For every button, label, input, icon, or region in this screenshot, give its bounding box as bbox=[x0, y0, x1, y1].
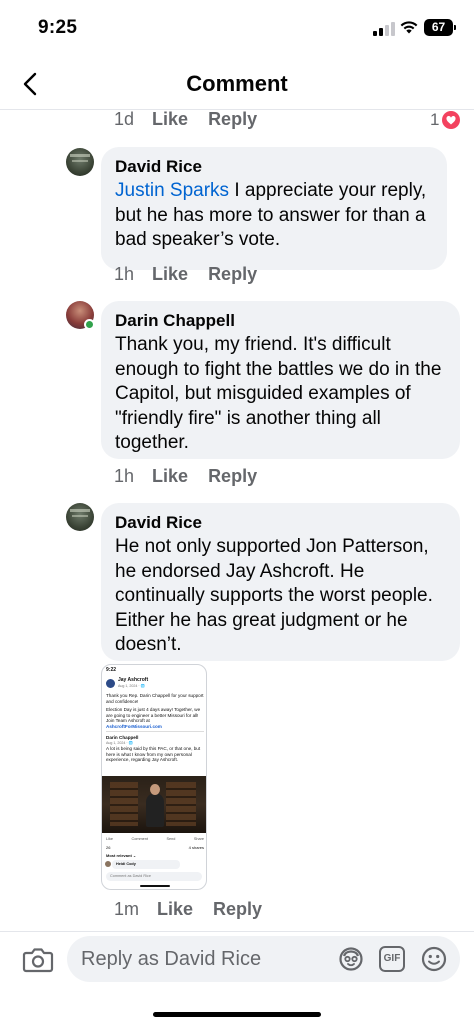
header: Comment bbox=[0, 58, 474, 110]
thumb-post-header: Jay Ashcroft Aug 1, 2024 · 🌐 bbox=[106, 677, 204, 689]
thumb-send: Send bbox=[166, 837, 176, 841]
like-button[interactable]: Like bbox=[152, 466, 188, 487]
comment-time: 1m bbox=[114, 899, 140, 919]
thumb-inner-text: A lot is being said by this PAC, or that… bbox=[106, 746, 201, 763]
page-title: Comment bbox=[186, 71, 288, 96]
avatar[interactable] bbox=[66, 503, 94, 531]
comment-bubble: Darin Chappell Thank you, my friend. It'… bbox=[101, 301, 460, 459]
like-button[interactable]: Like bbox=[152, 111, 188, 130]
comment-author[interactable]: David Rice bbox=[115, 156, 433, 178]
like-button[interactable]: Like bbox=[157, 899, 193, 920]
home-indicator bbox=[153, 1012, 321, 1017]
thumb-video-person bbox=[146, 784, 164, 827]
comment-author[interactable]: Darin Chappell bbox=[115, 310, 446, 332]
reaction-count[interactable]: 1 bbox=[430, 111, 461, 130]
comment-meta: 1h Like Reply bbox=[114, 466, 277, 487]
thumb-post-date: Aug 1, 2024 · 🌐 bbox=[118, 683, 146, 688]
thumb-share: Share bbox=[193, 837, 204, 841]
thumb-most-relevant: Most relevant ⌄ bbox=[106, 853, 137, 858]
reply-button[interactable]: Reply bbox=[208, 466, 257, 487]
thumb-post-body: Thank you Rep. Darin Chappell for your s… bbox=[106, 693, 204, 733]
attached-screenshot[interactable]: 9:22 Jay Ashcroft Aug 1, 2024 · 🌐 Thank … bbox=[101, 664, 207, 890]
avatar[interactable] bbox=[66, 148, 94, 176]
signal-icon bbox=[373, 22, 395, 36]
thumb-link: AshcroftForMissouri.com bbox=[106, 723, 162, 729]
reply-button[interactable]: Reply bbox=[208, 111, 257, 130]
comment-meta: 1m Like Reply bbox=[114, 899, 282, 920]
thumb-like: Like bbox=[106, 837, 113, 841]
status-time: 9:25 bbox=[38, 17, 78, 38]
camera-icon[interactable] bbox=[22, 944, 54, 974]
mention-link[interactable]: Justin Sparks bbox=[115, 180, 229, 201]
comment-time: 1d bbox=[114, 111, 135, 129]
avatar-sticker-icon[interactable] bbox=[338, 946, 364, 972]
comment-text: Justin Sparks I appreciate your reply, b… bbox=[115, 179, 433, 253]
thumb-text-line: Thank you Rep. Darin Chappell for your s… bbox=[106, 693, 204, 704]
thumb-reactions: 26 bbox=[106, 845, 111, 850]
reply-composer: Reply as David Rice GIF bbox=[0, 931, 474, 1026]
comment-author[interactable]: David Rice bbox=[115, 512, 446, 534]
thumb-commenter: Heidi Cody bbox=[105, 860, 180, 869]
comment-meta-prev: 1d Like Reply bbox=[114, 111, 277, 130]
like-button[interactable]: Like bbox=[152, 264, 188, 285]
thumb-shares: 4 shares bbox=[188, 845, 204, 850]
thumb-text: Election Day is just 4 days away! Togeth… bbox=[106, 707, 201, 724]
thumb-actions: Like Comment Send Share bbox=[106, 837, 204, 843]
reply-input[interactable]: Reply as David Rice GIF bbox=[67, 936, 460, 982]
thumb-text-line: Election Day is just 4 days away! Togeth… bbox=[106, 707, 204, 729]
reaction-count-label: 1 bbox=[430, 111, 440, 129]
status-bar: 9:25 67 bbox=[0, 0, 474, 58]
thumb-comment: Comment bbox=[131, 837, 148, 841]
comment-bubble: David Rice Justin Sparks I appreciate yo… bbox=[101, 147, 447, 270]
thumb-comment-input: Comment as David Rice bbox=[106, 872, 202, 881]
comment-meta: 1h Like Reply bbox=[114, 264, 277, 285]
battery-icon: 67 bbox=[424, 19, 456, 36]
comment-text: He not only supported Jon Patterson, he … bbox=[115, 536, 433, 655]
comment-time: 1h bbox=[114, 466, 135, 486]
heart-icon bbox=[442, 111, 461, 129]
thumb-home-indicator bbox=[140, 885, 170, 887]
thumb-status-time: 9:22 bbox=[106, 667, 117, 673]
comment-text: Thank you, my friend. It's difficult eno… bbox=[115, 334, 442, 453]
thumb-avatar bbox=[106, 679, 115, 689]
gif-button[interactable]: GIF bbox=[379, 946, 405, 972]
thumb-counts: 26 4 shares bbox=[106, 845, 204, 851]
thumb-shared-post: Darin Chappell Aug 1, 2024 · 🌐 A lot is … bbox=[106, 731, 204, 763]
reply-button[interactable]: Reply bbox=[213, 899, 262, 920]
emoji-icon[interactable] bbox=[421, 946, 447, 972]
reply-button[interactable]: Reply bbox=[208, 264, 257, 285]
reply-placeholder: Reply as David Rice bbox=[81, 948, 262, 970]
wifi-icon bbox=[400, 21, 418, 34]
comment-thread[interactable]: 1d Like Reply 1 David Rice Justin Sparks… bbox=[0, 111, 474, 931]
comment-bubble: David Rice He not only supported Jon Pat… bbox=[101, 503, 460, 661]
thumb-page-name: Jay Ashcroft bbox=[118, 677, 149, 683]
online-status-indicator bbox=[84, 319, 95, 330]
comment-time: 1h bbox=[114, 264, 135, 284]
